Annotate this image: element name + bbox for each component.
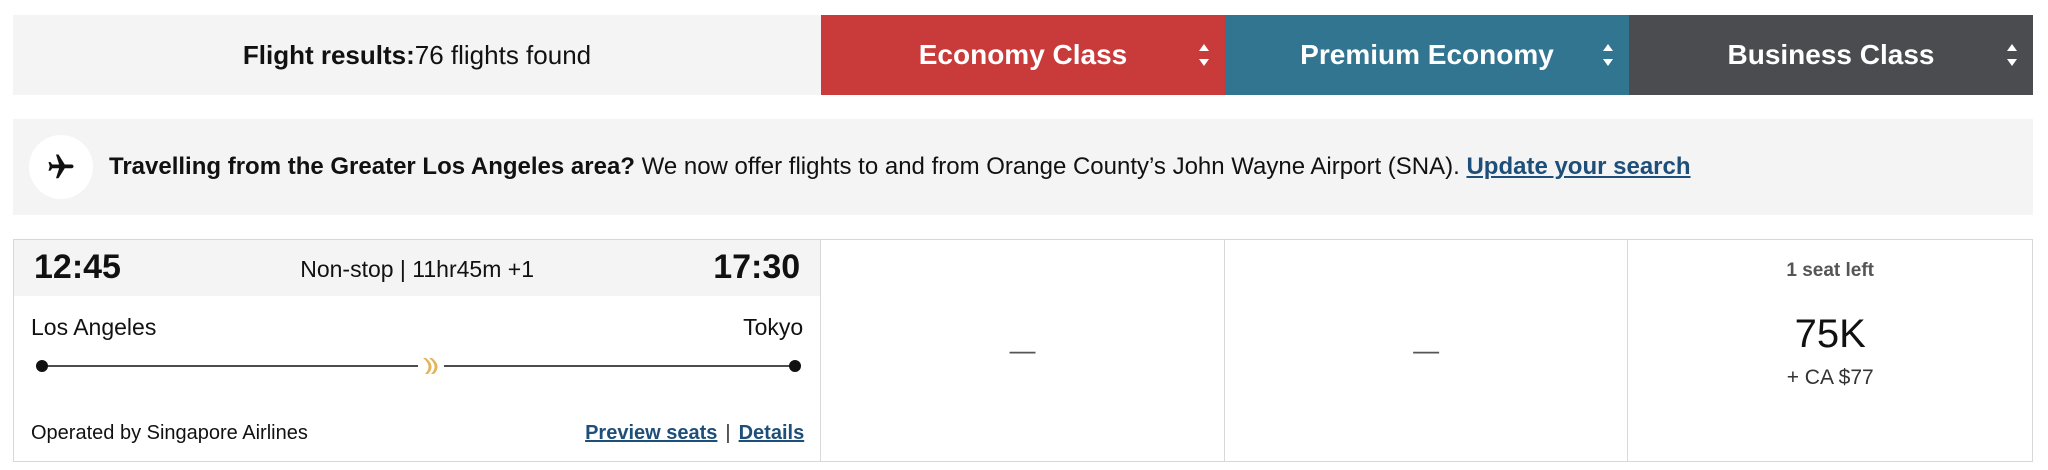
economy-fare-cell: —: [821, 240, 1225, 461]
info-banner: Travelling from the Greater Los Angeles …: [13, 119, 2033, 215]
premium-fare-unavailable: —: [1413, 335, 1440, 365]
tab-economy-label: Economy Class: [918, 39, 1128, 70]
airplane-icon-wrapper: [29, 135, 93, 199]
results-summary: Flight results: 76 flights found: [13, 15, 821, 95]
flight-duration: Non-stop | 11hr45m +1: [300, 256, 534, 282]
business-points-price: 75K: [1794, 312, 1866, 356]
flight-links: Preview seats | Details: [585, 422, 804, 445]
flight-info: 12:45 Non-stop | 11hr45m +1 17:30 Los An…: [14, 240, 822, 461]
tab-business-class[interactable]: Business Class: [1629, 15, 2033, 95]
arrival-city: Tokyo: [743, 314, 804, 340]
link-separator: |: [725, 422, 731, 444]
operator-text: Operated by Singapore Airlines: [31, 422, 308, 444]
tab-premium-label: Premium Economy: [1300, 39, 1554, 70]
business-fare-cell[interactable]: 1 seat left 75K + CA $77: [1628, 240, 2032, 461]
departure-city: Los Angeles: [31, 314, 157, 340]
time-bar: 12:45 Non-stop | 11hr45m +1 17:30: [14, 240, 821, 296]
sort-arrows-icon: [1603, 44, 1613, 66]
sort-arrows-icon: [1199, 44, 1209, 66]
banner-message: Travelling from the Greater Los Angeles …: [109, 153, 1691, 181]
banner-text: We now offer flights to and from Orange …: [634, 153, 1467, 180]
banner-bold-text: Travelling from the Greater Los Angeles …: [109, 153, 635, 180]
seats-left-badge: 1 seat left: [1786, 260, 1875, 281]
results-label: Flight results:: [242, 39, 415, 70]
singapore-airlines-logo-icon: [423, 358, 438, 374]
route-line: [36, 358, 801, 374]
tab-premium-economy[interactable]: Premium Economy: [1225, 15, 1629, 95]
results-header: Flight results: 76 flights found Economy…: [13, 15, 2033, 95]
business-cash-price: + CA $77: [1786, 366, 1874, 389]
premium-fare-cell: —: [1225, 240, 1629, 461]
results-count: 76 flights found: [414, 39, 592, 70]
preview-seats-link[interactable]: Preview seats: [585, 422, 717, 444]
details-link[interactable]: Details: [739, 422, 805, 444]
update-search-link[interactable]: Update your search: [1466, 153, 1690, 180]
sort-arrows-icon: [2007, 44, 2017, 66]
tab-economy-class[interactable]: Economy Class: [821, 15, 1225, 95]
flight-result-row: 12:45 Non-stop | 11hr45m +1 17:30 Los An…: [13, 239, 2033, 462]
economy-fare-unavailable: —: [1009, 335, 1036, 365]
airplane-icon: [48, 154, 74, 179]
tab-business-label: Business Class: [1727, 39, 1935, 70]
arrival-time: 17:30: [713, 248, 801, 286]
